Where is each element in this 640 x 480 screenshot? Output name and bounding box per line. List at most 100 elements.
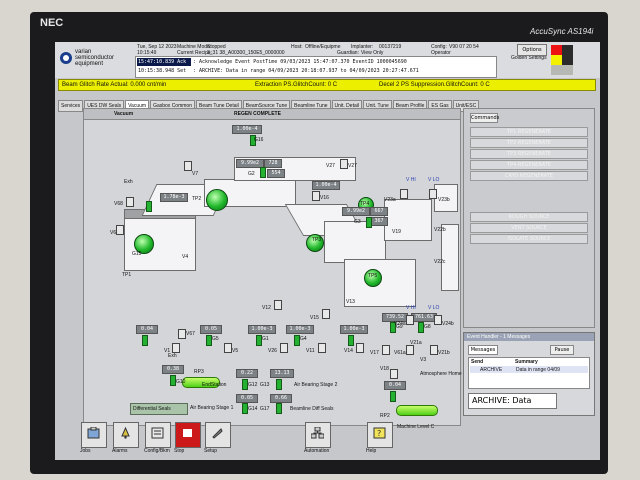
label-v23a: V23a	[384, 197, 396, 203]
label-v68: V68	[114, 201, 123, 207]
command-button-3[interactable]: TP3 REGENERATE	[470, 149, 588, 159]
setup-button[interactable]: Setup	[204, 422, 231, 454]
valve-v68[interactable]	[126, 197, 134, 207]
stop-label: Stop	[174, 448, 185, 454]
valve-v24a[interactable]	[406, 315, 414, 325]
label-tp5: TP5	[368, 273, 378, 279]
label-v13: V13	[346, 299, 355, 305]
label-g17: G17	[260, 406, 270, 412]
valve-v26[interactable]	[280, 343, 288, 353]
label-tp2: TP2	[192, 196, 202, 202]
valve-v17[interactable]	[382, 345, 390, 355]
valve-v11[interactable]	[318, 343, 326, 353]
readout-pressure-top: 1.00e-4	[232, 125, 262, 134]
label-g15: G15	[132, 251, 142, 257]
message-summary: Data in range 04/09	[516, 367, 560, 373]
valve-v15[interactable]	[322, 309, 330, 319]
commands-tab[interactable]: Commands	[470, 113, 499, 123]
event-handler-title: Event Handler - 1 Messages	[467, 334, 531, 340]
readout-top-center-val: 728	[264, 159, 282, 168]
dark-light-2	[562, 55, 573, 65]
config-label: Config/Bkm	[144, 448, 170, 454]
command-button-1[interactable]: TP1 REGENERATE	[470, 127, 588, 137]
label-vhi: V HI	[406, 177, 416, 183]
pause-button[interactable]: Pause	[550, 345, 574, 355]
regen-status: REGEN COMPLETE	[234, 111, 281, 117]
command-button-8[interactable]: VENT SOURCE	[470, 223, 588, 233]
company-name-3: equipment	[75, 61, 104, 67]
readout-mid-right-3: 367	[370, 217, 388, 226]
valve-v12[interactable]	[274, 300, 282, 310]
event-text-2[interactable]: : ARCHIVE: Data in range 04/09/2023 20:1…	[193, 68, 419, 74]
label-v14: V14	[344, 348, 353, 354]
valve-v23b[interactable]	[429, 189, 437, 199]
command-button-9[interactable]: ISOLATE SOURCE	[470, 234, 588, 244]
valve-v14[interactable]	[356, 343, 364, 353]
valve-v61a[interactable]	[406, 345, 414, 355]
messages-tab[interactable]: Messages	[468, 345, 498, 355]
message-row[interactable]: ARCHIVE Data in range 04/09	[470, 366, 588, 373]
command-button-2[interactable]: TP2 REGENERATE	[470, 138, 588, 148]
machine-level-label: Machine Level C	[397, 424, 435, 430]
event-log: 15:47:10.839 Ack : Acknowledge Event Pos…	[135, 56, 497, 78]
label-v61a: V61a	[394, 350, 406, 356]
wrench-icon	[212, 428, 223, 439]
alarms-button[interactable]: Alarms	[112, 422, 139, 454]
valve-v5[interactable]	[224, 343, 232, 353]
label-exh-top: Exh	[124, 179, 133, 185]
label-v21b: V21b	[438, 350, 450, 356]
turbo-pump-tp2[interactable]	[206, 189, 228, 211]
readout-g14: 0.05	[236, 394, 258, 403]
label-tp3: TP3	[312, 237, 322, 243]
stop-button[interactable]: Stop	[174, 422, 201, 454]
glitch-status-bar: Beam Glitch Rate Actual: 0.000 cnt/min E…	[58, 79, 596, 91]
readout-left-pump: 1.78e-3	[160, 193, 188, 202]
col-send: Send	[471, 359, 484, 365]
valve-v6[interactable]	[116, 225, 124, 235]
automation-label: Automation	[304, 448, 330, 454]
valve-v16[interactable]	[312, 191, 320, 201]
loadlock-column	[441, 224, 459, 291]
options-button[interactable]: Options	[517, 44, 547, 56]
readout-rp3: 0.38	[162, 365, 184, 374]
valve-v27[interactable]	[340, 159, 348, 169]
help-button[interactable]: ? Help	[366, 422, 393, 454]
valve-v18[interactable]	[390, 369, 398, 379]
event-text-1[interactable]: : Acknowledge Event PostTime 09/03/2023 …	[193, 59, 407, 65]
tab-services[interactable]: Services	[58, 100, 84, 112]
stop-icon	[183, 429, 192, 437]
valve-v67[interactable]	[178, 329, 186, 339]
automation-button[interactable]: Automation	[304, 422, 331, 454]
label-beamline-diff: Beamline Diff Seals	[290, 406, 334, 412]
command-button-7[interactable]: ROUGH SOURCE	[470, 212, 588, 222]
label-g8: G8	[424, 324, 431, 330]
diagram-title: Vacuum	[114, 111, 134, 117]
svg-text:?: ?	[377, 429, 381, 438]
label-v27-b: V27	[348, 163, 357, 169]
valve-v1[interactable]	[172, 343, 180, 353]
help-icon: ?	[373, 427, 386, 439]
message-name: ARCHIVE	[480, 367, 503, 373]
config-value: V90 07 20 54	[449, 44, 479, 50]
valve-v21b[interactable]	[430, 345, 438, 355]
valve-v7[interactable]	[184, 161, 192, 171]
readout-b1: 0.04	[136, 325, 158, 334]
dark-light	[562, 45, 573, 55]
valve-v24b[interactable]	[434, 315, 442, 325]
grey-light	[551, 65, 573, 75]
command-button-5[interactable]: CRYO REGENERATE	[470, 171, 588, 181]
readout-v18: 0.04	[384, 381, 406, 390]
jobs-button[interactable]: Jobs	[80, 422, 107, 454]
label-atm-home: Atmosphere Home	[420, 371, 462, 377]
config-button[interactable]: Config/Bkm	[144, 422, 171, 454]
label-g3: G3	[354, 219, 361, 225]
label-v17: V17	[370, 350, 379, 356]
host-label: Host:	[291, 44, 303, 50]
application-window: varian semiconductor equipment Tue, Sep …	[55, 42, 600, 460]
setup-label: Setup	[204, 448, 218, 454]
label-g9: G9	[396, 324, 403, 330]
valve-v23a[interactable]	[400, 189, 408, 199]
roughing-pump-rp2[interactable]	[396, 405, 438, 416]
label-v22c: V22c	[434, 259, 446, 265]
command-button-4[interactable]: TP4 REGENERATE	[470, 160, 588, 170]
